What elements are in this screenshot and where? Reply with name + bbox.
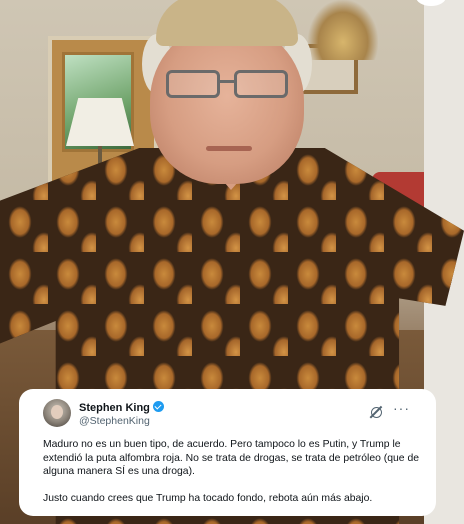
cap	[156, 0, 298, 46]
glasses-lens-left	[166, 70, 220, 98]
chandelier	[308, 0, 378, 60]
more-options-icon[interactable]: ···	[393, 401, 410, 415]
glasses	[166, 70, 288, 100]
tweet-paragraph: Maduro no es un buen tipo, de acuerdo. P…	[43, 439, 420, 477]
glasses-lens-right	[234, 70, 288, 98]
author-names: Stephen King @StephenKing	[79, 400, 164, 428]
display-name[interactable]: Stephen King	[79, 402, 150, 414]
user-handle[interactable]: @StephenKing	[79, 415, 164, 428]
grok-icon[interactable]	[371, 407, 382, 418]
mouth	[206, 146, 252, 151]
avatar-face	[51, 405, 63, 419]
tweet-paragraph: Justo cuando crees que Trump ha tocado f…	[43, 492, 373, 504]
avatar[interactable]	[43, 399, 71, 427]
tweet-card: Stephen King @StephenKing ··· Maduro no …	[19, 389, 436, 516]
tweet-text: Maduro no es un buen tipo, de acuerdo. P…	[43, 438, 423, 505]
person-head	[150, 24, 304, 184]
verified-badge-icon	[152, 401, 164, 412]
tweet-header: Stephen King @StephenKing ···	[43, 399, 422, 431]
